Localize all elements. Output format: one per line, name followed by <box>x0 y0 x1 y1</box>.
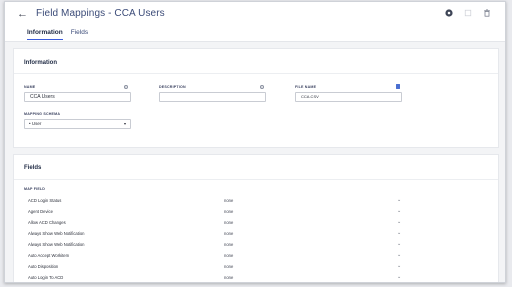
name-input[interactable]: CCA Users <box>24 92 131 102</box>
page-header: ← Field Mappings - CCA Users Information… <box>5 2 505 42</box>
field-name: Auto Login To ACD <box>28 275 64 280</box>
field-name: Agent Device <box>28 209 53 214</box>
chevron-down-icon[interactable]: ⌄ <box>397 219 401 225</box>
field-name: Auto Accept Workitem <box>28 253 70 258</box>
field-name: ACD Login Status <box>28 198 62 203</box>
description-label: DESCRIPTION <box>159 85 186 89</box>
page-title: Field Mappings - CCA Users <box>36 8 165 19</box>
chevron-down-icon[interactable]: ⌄ <box>397 197 401 203</box>
back-arrow-icon[interactable]: ← <box>17 8 28 20</box>
name-info-icon: i <box>124 85 128 89</box>
mapping-schema-select[interactable]: • User <box>24 119 131 129</box>
chevron-down-icon[interactable]: ⌄ <box>397 208 401 214</box>
table-row[interactable]: Auto Login To ACD none ⌄ <box>28 272 494 282</box>
field-value: none <box>224 242 234 247</box>
field-value: none <box>224 231 234 236</box>
header-actions <box>445 9 491 17</box>
file-name-label: FILE NAME <box>295 85 317 89</box>
field-name: Auto Disposition <box>28 264 59 269</box>
table-row[interactable]: Always Show Web Notification none ⌄ <box>28 228 494 239</box>
file-icon[interactable] <box>396 84 400 89</box>
save-icon[interactable] <box>445 9 453 17</box>
table-row[interactable]: Allow ACD Changes none ⌄ <box>28 217 494 228</box>
name-label: NAME <box>24 85 36 89</box>
description-info-icon: i <box>260 85 264 89</box>
fields-section-title: Fields <box>24 165 42 171</box>
information-card: Information NAME i CCA Users DESCRIPTION… <box>13 48 499 148</box>
chevron-down-icon[interactable]: ⌄ <box>397 241 401 247</box>
mapping-schema-value: User <box>31 121 42 126</box>
chevron-down-icon[interactable]: ⌄ <box>397 274 401 280</box>
mapping-schema-label: MAPPING SCHEMA <box>24 112 61 116</box>
field-name: Always Show Web Notification <box>28 231 85 236</box>
fields-divider <box>14 179 498 180</box>
file-name-input[interactable]: CCA.CSV <box>295 92 402 102</box>
field-value: none <box>224 198 234 203</box>
table-row[interactable]: ACD Login Status none ⌄ <box>28 195 494 206</box>
field-value: none <box>224 275 234 280</box>
tab-information[interactable]: Information <box>27 29 63 40</box>
table-row[interactable]: Always Show Web Notification none ⌄ <box>28 239 494 250</box>
fields-card: Fields MAP FIELD ACD Login Status none ⌄… <box>13 154 499 282</box>
field-value: none <box>224 264 234 269</box>
tab-fields[interactable]: Fields <box>71 29 88 40</box>
field-value: none <box>224 209 234 214</box>
table-row[interactable]: Agent Device none ⌄ <box>28 206 494 217</box>
tab-bar: Information Fields <box>27 29 88 40</box>
field-name: Always Show Web Notification <box>28 242 85 247</box>
table-row[interactable]: Auto Disposition none ⌄ <box>28 261 494 272</box>
description-input[interactable] <box>159 92 266 102</box>
chevron-down-icon[interactable]: ⌄ <box>397 252 401 258</box>
chevron-down-icon[interactable]: ⌄ <box>397 263 401 269</box>
table-row[interactable]: Auto Accept Workitem none ⌄ <box>28 250 494 261</box>
field-name: Allow ACD Changes <box>28 220 66 225</box>
information-section-title: Information <box>24 60 57 66</box>
chevron-down-icon[interactable]: ⌄ <box>397 230 401 236</box>
field-value: none <box>224 253 234 258</box>
app-window: ← Field Mappings - CCA Users Information… <box>4 1 506 283</box>
chevron-down-icon <box>124 123 126 125</box>
copy-icon[interactable] <box>464 9 472 17</box>
trash-icon[interactable] <box>483 9 491 17</box>
field-value: none <box>224 220 234 225</box>
map-field-label: MAP FIELD <box>24 187 46 191</box>
information-divider <box>14 73 498 74</box>
